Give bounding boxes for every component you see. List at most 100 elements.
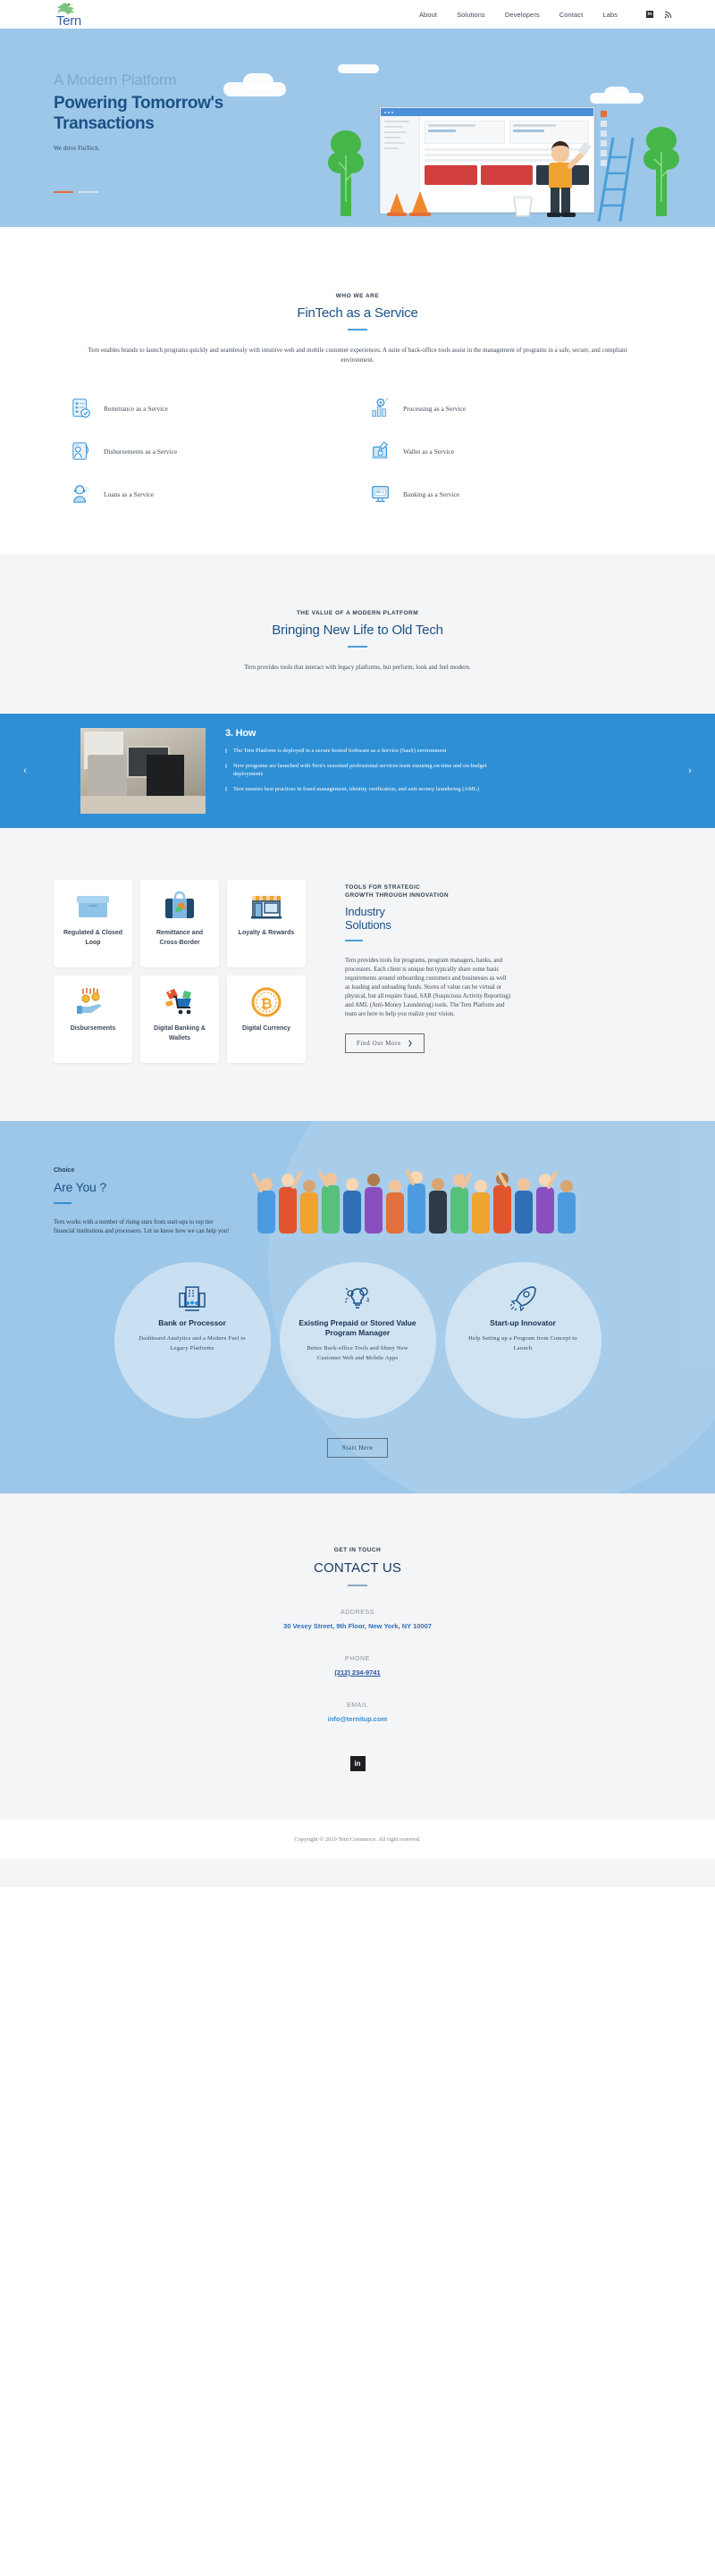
industry-copy: TOOLS FOR STRATEGIC GROWTH THROUGH INNOV…	[345, 880, 661, 1071]
industry-card-label: Digital Banking & Wallets	[154, 1025, 206, 1041]
start-here-button[interactable]: Start Here	[326, 1438, 389, 1458]
contact-phone-label: PHONE	[345, 1656, 370, 1662]
service-item-banking[interactable]: Banking as a Service	[371, 483, 644, 505]
contact-eyebrow: GET IN TOUCH	[333, 1547, 382, 1553]
service-label: Disbursements as a Service	[104, 447, 178, 456]
paint-bucket-illustration	[513, 196, 533, 217]
hero-copy: A Modern Platform Powering Tomorrow's Tr…	[54, 71, 286, 152]
are-you-section: Choice Are You ? Tern works with a numbe…	[0, 1121, 715, 1493]
find-out-more-button[interactable]: Find Out More ❯	[345, 1033, 425, 1053]
hero-slider-dot-2[interactable]	[79, 191, 98, 193]
contact-email-value[interactable]: info@ternitup.com	[328, 1715, 387, 1723]
lightbulb-gears-icon	[344, 1287, 370, 1309]
hero-slider-dot-1[interactable]	[54, 191, 73, 193]
footer-spacer	[0, 1859, 715, 1887]
are-you-copy: Choice Are You ? Tern works with a numbe…	[54, 1160, 232, 1237]
value-eyebrow: THE VALUE OF A MODERN PLATFORM	[296, 610, 419, 616]
audience-option-bank-or-processor[interactable]: Bank or Processor Dashboard Analytics an…	[114, 1262, 271, 1418]
divider	[348, 1585, 367, 1586]
audience-option-body: Better Back-office Tools and Shiny New C…	[307, 1345, 408, 1361]
storefront-icon	[251, 896, 282, 919]
industry-eyebrow-line1: TOOLS FOR STRATEGIC	[345, 884, 421, 891]
hero-banner: A Modern Platform Powering Tomorrow's Tr…	[0, 29, 715, 227]
are-you-body: Tern works with a number of rising stars…	[54, 1219, 230, 1234]
value-section: THE VALUE OF A MODERN PLATFORM Bringing …	[0, 555, 715, 714]
find-out-more-label: Find Out More	[357, 1040, 401, 1047]
who-eyebrow: WHO WE ARE	[335, 293, 380, 299]
audience-option-title: Start-up Innovator	[490, 1318, 556, 1327]
contact-email-label: EMAIL	[346, 1702, 368, 1709]
nav-item-contact[interactable]: Contact	[559, 11, 584, 19]
site-footer: Copyright © 2019 Tern Commerce. All righ…	[0, 1819, 715, 1859]
bitcoin-coin-icon: ₿	[251, 987, 282, 1017]
logo[interactable]: Tern	[54, 2, 84, 28]
industry-card-label: Disbursements	[70, 1025, 116, 1032]
divider	[348, 329, 367, 330]
carousel-photo	[80, 728, 206, 814]
who-we-are-section: WHO WE ARE FinTech as a Service Tern ena…	[0, 227, 715, 555]
service-item-wallet[interactable]: Wallet as a Service	[371, 440, 644, 462]
industry-eyebrow-line2: GROWTH THROUGH INNOVATION	[345, 892, 449, 899]
carousel-bullet: Tern ensures best practices in fraud man…	[225, 785, 493, 794]
contact-section: GET IN TOUCH CONTACT US ADDRESS 30 Vesey…	[0, 1493, 715, 1819]
audience-option-startup-innovator[interactable]: Start-up Innovator Help Setting up a Pro…	[444, 1262, 601, 1418]
divider	[345, 940, 363, 941]
industry-card-digital-banking-wallets[interactable]: Digital Banking & Wallets	[140, 975, 219, 1063]
service-item-loans[interactable]: Loans as a Service	[72, 483, 344, 505]
industry-card-disbursements[interactable]: Disbursements	[54, 975, 132, 1063]
cloud-shape	[338, 64, 379, 73]
nav-item-developers[interactable]: Developers	[505, 11, 540, 19]
service-item-remittance[interactable]: Remittance as a Service	[72, 397, 344, 419]
industry-card-loyalty-rewards[interactable]: Loyalty & Rewards	[227, 880, 306, 967]
chevron-right-icon: ❯	[407, 1040, 414, 1047]
person-illustration	[547, 141, 591, 217]
industry-cards-grid: Regulated & Closed Loop Remittance and C…	[54, 880, 322, 1071]
industry-card-remittance-cross-border[interactable]: Remittance and Cross-Border	[140, 880, 219, 967]
audience-options: Bank or Processor Dashboard Analytics an…	[54, 1262, 661, 1418]
industry-card-regulated-closed-loop[interactable]: Regulated & Closed Loop	[54, 880, 132, 967]
contact-phone-value[interactable]: (212) 234-9741	[334, 1669, 380, 1677]
wallet-laptop-lock-icon	[371, 441, 389, 459]
rss-icon[interactable]	[664, 11, 672, 19]
nav-item-solutions[interactable]: Solutions	[457, 11, 485, 19]
service-item-processing[interactable]: Processing as a Service	[371, 397, 644, 419]
bank-building-icon	[179, 1286, 206, 1311]
loans-agent-icon	[73, 485, 88, 503]
linkedin-icon[interactable]: in	[646, 11, 653, 18]
industry-title-line2: Solutions	[345, 918, 391, 932]
are-you-kicker: Choice	[54, 1167, 75, 1174]
carousel-prev-button[interactable]: ‹	[18, 765, 32, 776]
nav-item-about[interactable]: About	[419, 11, 437, 19]
industry-body: Tern provides tools for programs, progra…	[345, 958, 510, 1017]
audience-option-body: Help Setting up a Program from Concept t…	[468, 1335, 577, 1351]
industry-card-label: Loyalty & Rewards	[238, 930, 295, 936]
tree-illustration	[328, 130, 364, 216]
audience-option-program-manager[interactable]: Existing Prepaid or Stored Value Program…	[279, 1262, 436, 1418]
nav-item-labs[interactable]: Labs	[602, 11, 618, 19]
cloud-shape	[604, 87, 629, 101]
hero-kicker: A Modern Platform	[54, 71, 177, 88]
are-you-title: Are You ?	[54, 1180, 106, 1194]
processing-chart-gear-icon	[372, 397, 389, 417]
service-item-disbursements[interactable]: Disbursements as a Service	[72, 440, 344, 462]
carousel-bullet: The Tern Platform is deployed in a secur…	[225, 747, 493, 756]
audience-option-body: Dashboard Analytics and a Modern Feel to…	[139, 1335, 246, 1351]
rocket-icon	[509, 1286, 536, 1312]
carousel-next-button[interactable]: ›	[683, 765, 697, 776]
disbursements-hand-icon	[72, 442, 88, 460]
contact-address-value[interactable]: 30 Vesey Street, 9th Floor, New York, NY…	[283, 1622, 432, 1630]
audience-option-title: Bank or Processor	[158, 1318, 226, 1327]
banking-monitor-icon	[372, 486, 389, 502]
shopping-cart-money-icon	[165, 989, 191, 1015]
linkedin-icon[interactable]: in	[349, 1756, 366, 1771]
services-grid: Remittance as a Service Processing as a …	[54, 397, 661, 505]
how-carousel: ‹ 3. How The Tern Platform is deployed i…	[0, 714, 715, 828]
industry-card-digital-currency[interactable]: ₿ Digital Currency	[227, 975, 306, 1063]
copyright-text: Copyright © 2019 Tern Commerce. All righ…	[294, 1836, 421, 1843]
crowd-of-people-illustration	[250, 1160, 661, 1237]
contact-email-block: EMAIL info@ternitup.com	[54, 1702, 661, 1726]
service-label: Loans as a Service	[104, 489, 155, 498]
who-title: FinTech as a Service	[297, 305, 418, 321]
main-nav: About Solutions Developers Contact Labs …	[419, 11, 672, 19]
hand-coins-icon	[77, 988, 102, 1014]
